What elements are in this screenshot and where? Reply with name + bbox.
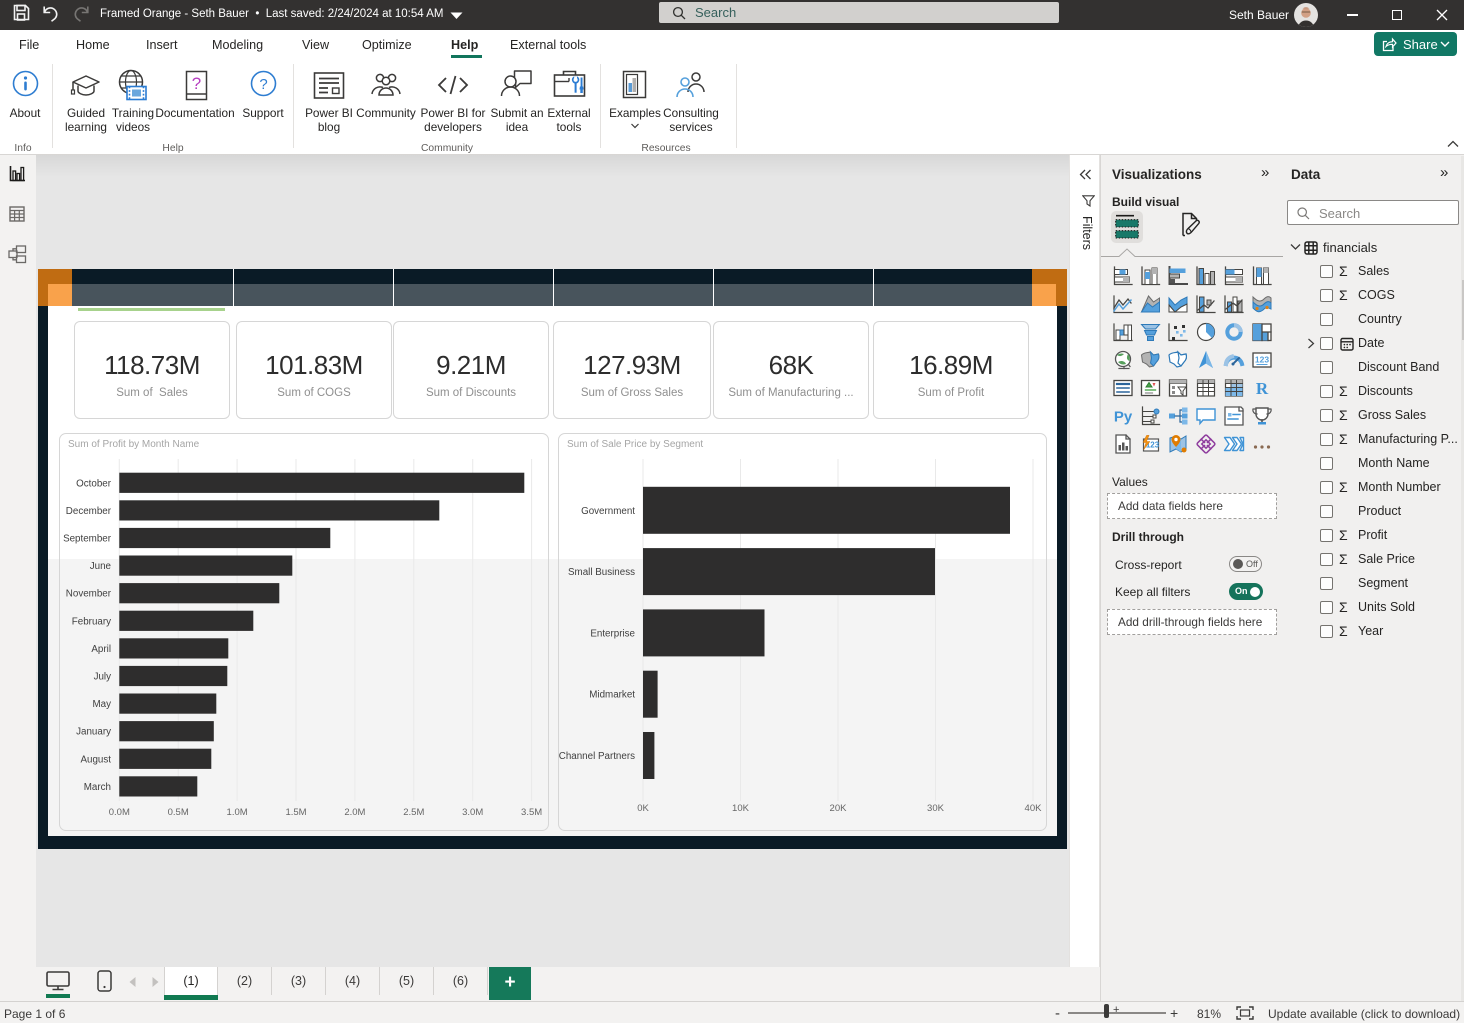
svg-text:August: August: [80, 754, 111, 765]
svg-text:Midmarket: Midmarket: [589, 690, 635, 701]
svg-text:0.0M: 0.0M: [109, 807, 130, 818]
svg-text:2.5M: 2.5M: [403, 807, 424, 818]
svg-text:Enterprise: Enterprise: [590, 628, 635, 639]
svg-text:March: March: [84, 782, 111, 793]
svg-text:?: ?: [259, 76, 267, 93]
svg-text:Small Business: Small Business: [568, 567, 635, 578]
svg-text:2.0M: 2.0M: [344, 807, 365, 818]
svg-text:July: July: [94, 672, 112, 683]
svg-text:February: February: [72, 616, 111, 627]
svg-text:Channel Partners: Channel Partners: [559, 751, 635, 762]
svg-text:November: November: [66, 589, 112, 600]
svg-text:123: 123: [1255, 355, 1269, 365]
svg-text:October: October: [76, 478, 112, 489]
svg-text:3.0M: 3.0M: [462, 807, 483, 818]
svg-text:1.5M: 1.5M: [285, 807, 306, 818]
svg-text:0K: 0K: [637, 803, 649, 814]
svg-text:30K: 30K: [927, 803, 945, 814]
svg-text:1.0M: 1.0M: [227, 807, 248, 818]
svg-text:20K: 20K: [830, 803, 848, 814]
svg-text:R: R: [1256, 379, 1269, 398]
svg-text:Py: Py: [1114, 409, 1133, 426]
svg-text:3.5M: 3.5M: [521, 807, 542, 818]
svg-text:May: May: [92, 699, 111, 710]
svg-text:40K: 40K: [1025, 803, 1043, 814]
svg-text:April: April: [91, 644, 111, 655]
svg-text:January: January: [76, 727, 111, 738]
svg-text:?: ?: [192, 74, 201, 93]
svg-text:Sum of Profit by Month Name: Sum of Profit by Month Name: [68, 439, 200, 450]
svg-text:Sum of Sale Price by Segment: Sum of Sale Price by Segment: [567, 439, 703, 450]
svg-text:December: December: [66, 506, 112, 517]
svg-text:Government: Government: [581, 506, 635, 517]
svg-text:June: June: [90, 561, 112, 572]
svg-text:0.5M: 0.5M: [168, 807, 189, 818]
svg-text:September: September: [63, 534, 112, 545]
svg-text:10K: 10K: [732, 803, 750, 814]
